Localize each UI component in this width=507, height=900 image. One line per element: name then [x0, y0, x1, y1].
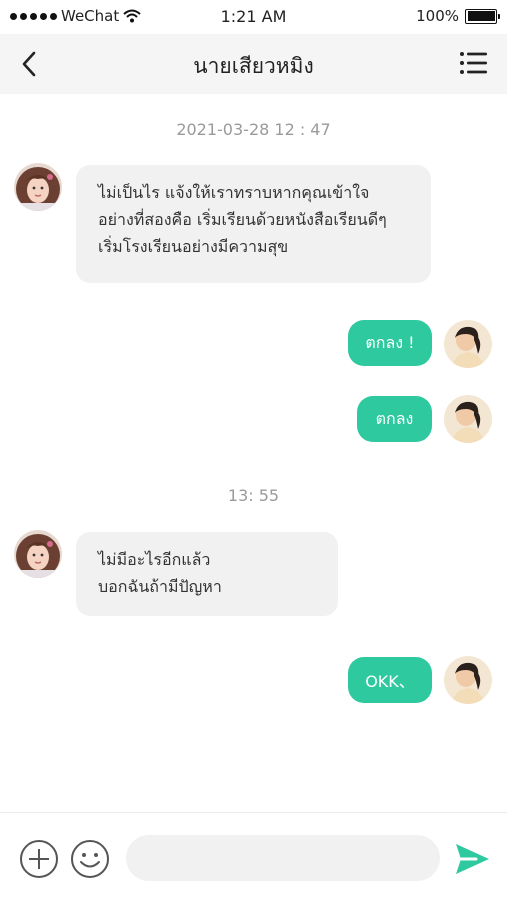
user-avatar-image [444, 320, 492, 368]
smiley-icon [71, 840, 109, 878]
message-text: ตกลง ! [365, 332, 415, 352]
incoming-message-bubble[interactable]: ไม่เป็นไร แจ้งให้เราทราบหากคุณเข้าใจ อย่… [76, 165, 431, 283]
user-avatar[interactable] [444, 320, 492, 368]
outgoing-message-bubble[interactable]: ตกลง ! [348, 320, 432, 366]
user-avatar[interactable] [444, 656, 492, 704]
user-avatar[interactable] [444, 395, 492, 443]
message-text-line: บอกฉันถ้ามีปัญหา [98, 577, 222, 596]
battery-status: 100% [416, 7, 500, 25]
outgoing-message-bubble[interactable]: OKK、 [348, 657, 432, 703]
message-text-line: เริ่มโรงเรียนอย่างมีความสุข [98, 237, 289, 256]
contact-avatar[interactable] [14, 163, 62, 211]
contact-avatar-image [14, 163, 62, 211]
message-text-line: ไม่เป็นไร แจ้งให้เราทราบหากคุณเข้าใจ [98, 183, 370, 202]
message-text: ตกลง [375, 408, 414, 428]
add-button[interactable] [19, 839, 59, 879]
menu-button[interactable] [459, 50, 489, 78]
user-avatar-image [444, 395, 492, 443]
list-menu-icon [460, 52, 487, 74]
battery-percent: 100% [416, 7, 459, 25]
chat-timestamp: 13: 55 [227, 486, 280, 505]
status-bar: WeChat 1:21 AM 100% [0, 0, 507, 34]
chat-title: นายเสียวหมิง [193, 54, 314, 78]
message-input[interactable] [126, 835, 440, 881]
message-text-line: อย่างที่สองคือ เริ่มเรียนด้วยหนังสือเรีย… [98, 210, 387, 229]
battery-icon [465, 8, 500, 24]
input-bar [0, 812, 507, 900]
contact-avatar[interactable] [14, 530, 62, 578]
contact-avatar-image [14, 530, 62, 578]
incoming-message-bubble[interactable]: ไม่มีอะไรอีกแล้ว บอกฉันถ้ามีปัญหา [76, 532, 338, 616]
plus-circle-icon [20, 840, 58, 878]
emoji-button[interactable] [70, 839, 110, 879]
message-text-line: ไม่มีอะไรอีกแล้ว [98, 550, 211, 569]
send-button[interactable] [452, 841, 492, 877]
nav-bar: นายเสียวหมิง [0, 34, 507, 94]
outgoing-message-bubble[interactable]: ตกลง [357, 396, 432, 442]
send-icon [456, 844, 489, 874]
message-text: OKK、 [365, 672, 415, 691]
chat-timestamp: 2021-03-28 12 : 47 [176, 120, 331, 139]
chat-area[interactable]: 2021-03-28 12 : 47 ไม่เป็นไร แจ้งให้เราท… [0, 94, 507, 812]
user-avatar-image [444, 656, 492, 704]
